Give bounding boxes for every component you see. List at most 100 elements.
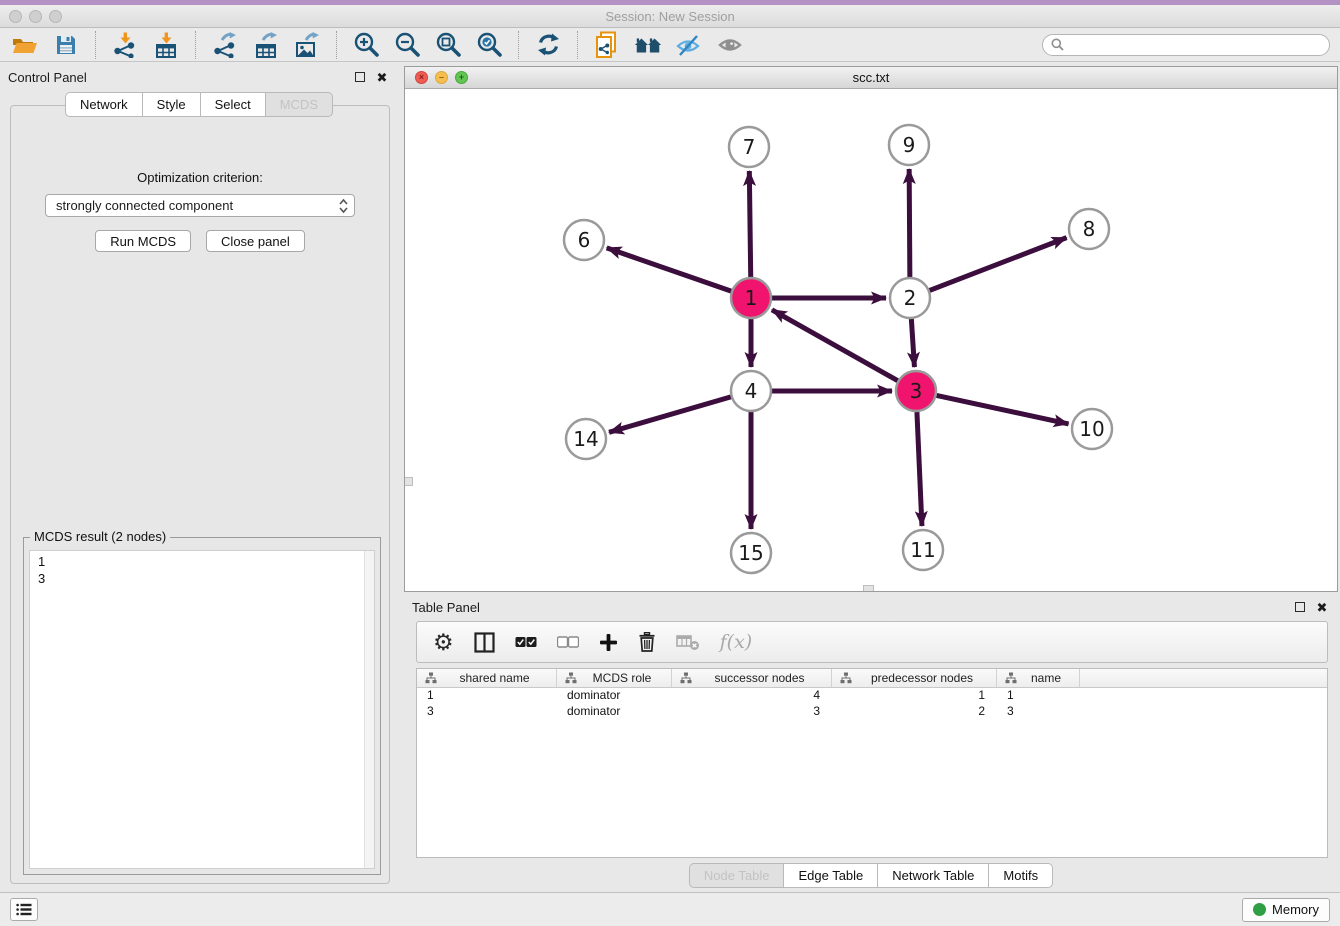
network-canvas[interactable]: 1 2 3 4 6 7 8 9 10 11 14 15 — [405, 89, 1337, 591]
column-header-successor-nodes[interactable]: successor nodes — [672, 669, 832, 687]
edge-2-9[interactable] — [909, 169, 910, 277]
delete-column-icon[interactable] — [638, 627, 656, 657]
close-panel-button-mcds[interactable]: Close panel — [206, 230, 305, 252]
criterion-value: strongly connected component — [56, 198, 339, 213]
graph-node-14[interactable]: 14 — [566, 419, 606, 459]
import-table-icon[interactable] — [151, 31, 181, 59]
function-builder-icon-disabled: f(x) — [720, 627, 753, 657]
save-session-icon[interactable] — [51, 31, 81, 59]
graph-node-9[interactable]: 9 — [889, 125, 929, 165]
create-column-icon[interactable] — [599, 627, 618, 657]
column-header-shared-name[interactable]: shared name — [417, 669, 557, 687]
memory-button[interactable]: Memory — [1242, 898, 1330, 922]
first-neighbors-icon[interactable] — [633, 31, 663, 59]
float-panel-button[interactable] — [352, 69, 368, 85]
graph-node-3[interactable]: 3 — [896, 371, 936, 411]
svg-text:15: 15 — [738, 541, 763, 565]
edge-3-11[interactable] — [917, 412, 922, 526]
graph-node-2[interactable]: 2 — [890, 278, 930, 318]
graph-node-6[interactable]: 6 — [564, 220, 604, 260]
table-cell[interactable]: 1 — [417, 688, 557, 704]
graph-node-7[interactable]: 7 — [729, 127, 769, 167]
graph-node-15[interactable]: 15 — [731, 533, 771, 573]
close-panel-button[interactable]: ✖ — [374, 69, 390, 85]
zoom-in-icon[interactable] — [351, 31, 381, 59]
open-session-icon[interactable] — [10, 31, 40, 59]
mcds-result-text[interactable]: 1 3 — [30, 551, 364, 868]
edge-4-14[interactable] — [609, 397, 731, 432]
tab-edge-table[interactable]: Edge Table — [783, 863, 877, 888]
float-table-panel-button[interactable] — [1292, 599, 1308, 615]
toolbar-separator — [336, 31, 337, 59]
export-network-icon[interactable] — [210, 31, 240, 59]
bottom-splitter-handle[interactable] — [863, 585, 874, 591]
apply-layout-icon[interactable] — [533, 31, 563, 59]
table-body: 1dominator4113dominator323 — [417, 688, 1327, 720]
run-mcds-button[interactable]: Run MCDS — [95, 230, 191, 252]
svg-text:4: 4 — [745, 379, 758, 403]
node-table: shared nameMCDS rolesuccessor nodesprede… — [416, 668, 1328, 858]
edge-3-1[interactable] — [772, 310, 898, 381]
import-network-icon[interactable] — [110, 31, 140, 59]
search-input[interactable] — [1069, 38, 1321, 52]
mcds-buttons-row: Run MCDS Close panel — [11, 230, 389, 252]
tab-motifs[interactable]: Motifs — [988, 863, 1053, 888]
edge-2-3[interactable] — [911, 319, 914, 367]
graph-node-8[interactable]: 8 — [1069, 209, 1109, 249]
edge-2-8[interactable] — [930, 238, 1067, 291]
graph-node-10[interactable]: 10 — [1072, 409, 1112, 449]
tab-network[interactable]: Network — [65, 92, 142, 117]
float-icon — [355, 72, 365, 82]
show-column-icon[interactable] — [474, 627, 495, 657]
edge-1-6[interactable] — [607, 248, 731, 291]
network-window-titlebar[interactable]: × – + scc.txt — [405, 67, 1337, 89]
result-scrollbar[interactable] — [364, 551, 374, 868]
select-all-columns-icon[interactable] — [515, 627, 537, 657]
table-cell[interactable]: 3 — [417, 704, 557, 720]
table-cell[interactable]: dominator — [557, 704, 672, 720]
edge-1-7[interactable] — [749, 171, 750, 277]
search-field[interactable] — [1042, 34, 1330, 56]
table-cell[interactable]: 1 — [832, 688, 997, 704]
graph-node-1[interactable]: 1 — [731, 278, 771, 318]
tab-select[interactable]: Select — [200, 92, 265, 117]
column-header-name[interactable]: name — [997, 669, 1080, 687]
table-cell[interactable]: 3 — [672, 704, 832, 720]
table-cell[interactable]: 3 — [997, 704, 1080, 720]
network-from-selection-icon[interactable] — [592, 31, 622, 59]
task-history-button[interactable] — [10, 898, 38, 921]
tab-mcds[interactable]: MCDS — [265, 92, 333, 117]
table-row[interactable]: 3dominator323 — [417, 704, 1327, 720]
column-header-MCDS-role[interactable]: MCDS role — [557, 669, 672, 687]
mcds-result-area: 1 3 — [29, 550, 375, 869]
tab-node-table[interactable]: Node Table — [689, 863, 784, 888]
table-settings-icon[interactable]: ⚙ — [433, 627, 454, 657]
table-cell[interactable]: dominator — [557, 688, 672, 704]
status-bar: Memory — [0, 892, 1340, 926]
show-all-icon[interactable] — [715, 31, 745, 59]
zoom-selected-icon[interactable] — [474, 31, 504, 59]
zoom-out-icon[interactable] — [392, 31, 422, 59]
workspace-column: × – + scc.txt 1234678910111415 Table Pan… — [398, 62, 1340, 892]
tab-network-table[interactable]: Network Table — [877, 863, 988, 888]
table-cell[interactable]: 1 — [997, 688, 1080, 704]
graph-node-11[interactable]: 11 — [903, 530, 943, 570]
table-cell[interactable]: 4 — [672, 688, 832, 704]
table-row[interactable]: 1dominator411 — [417, 688, 1327, 704]
table-panel: Table Panel ✖ ⚙ — [404, 596, 1338, 892]
close-table-panel-button[interactable]: ✖ — [1314, 599, 1330, 615]
fit-content-icon[interactable] — [433, 31, 463, 59]
hide-selected-icon[interactable] — [674, 31, 704, 59]
edge-3-10[interactable] — [937, 395, 1069, 424]
left-splitter-handle[interactable] — [405, 477, 413, 486]
export-image-icon[interactable] — [292, 31, 322, 59]
table-cell[interactable]: 2 — [832, 704, 997, 720]
column-header-predecessor-nodes[interactable]: predecessor nodes — [832, 669, 997, 687]
graph-node-4[interactable]: 4 — [731, 371, 771, 411]
criterion-dropdown[interactable]: strongly connected component — [45, 194, 355, 217]
unselect-all-columns-icon[interactable] — [557, 627, 579, 657]
table-panel-tabs: Node TableEdge TableNetwork TableMotifs — [404, 858, 1338, 892]
export-table-icon[interactable] — [251, 31, 281, 59]
tab-style[interactable]: Style — [142, 92, 200, 117]
app-titlebar: Session: New Session — [0, 5, 1340, 28]
